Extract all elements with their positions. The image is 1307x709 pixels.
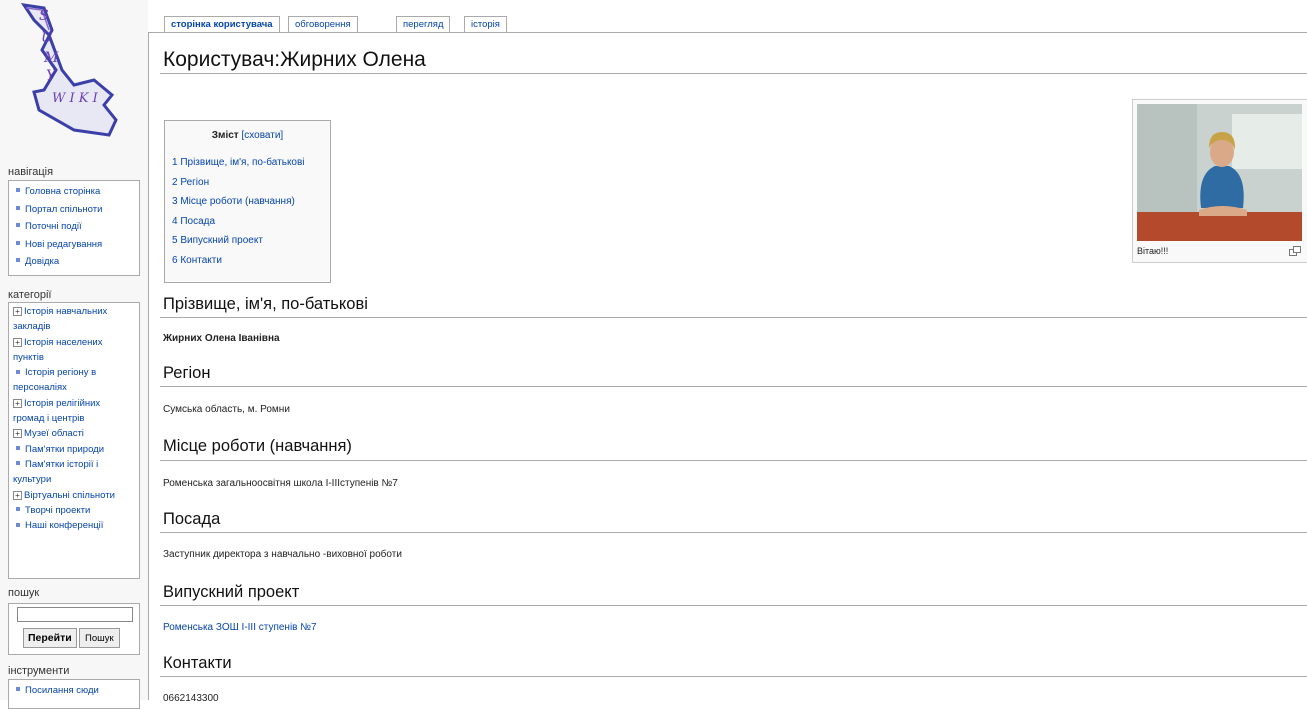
- expand-icon[interactable]: +: [13, 490, 22, 500]
- search-button[interactable]: Пошук: [79, 628, 120, 648]
- toc-item[interactable]: 2 Регіон: [172, 173, 305, 193]
- title-divider: [160, 73, 1307, 74]
- section-heading-position: Посада: [163, 510, 221, 528]
- section-text-contacts: 0662143300: [163, 693, 219, 704]
- category-item-monuments[interactable]: Пам'ятки історії і культури: [13, 457, 123, 488]
- sidebar: S U M Y W I K I навігація Головна сторін…: [0, 0, 148, 709]
- table-of-contents: Зміст [сховати] 1 Прізвище, ім'я, по-бат…: [164, 120, 331, 283]
- tool-item-whatlinkshere[interactable]: Посилання сюди: [13, 682, 139, 700]
- bullet-icon: [16, 461, 20, 466]
- category-item-personalities[interactable]: Історія регіону в персоналіях: [13, 365, 123, 396]
- magnify-icon[interactable]: [1289, 246, 1301, 256]
- category-item-settlements[interactable]: + Історія населених пунктів: [13, 335, 123, 366]
- search-input[interactable]: [17, 607, 133, 622]
- section-text-region: Сумська область, м. Ромни: [163, 404, 290, 415]
- logo-letter-u: U: [41, 30, 54, 46]
- thumb-caption: Вітаю!!!: [1137, 246, 1169, 256]
- categories-heading: категорії: [8, 289, 52, 301]
- category-item-museums[interactable]: + Музеї області: [13, 426, 139, 441]
- bullet-icon: [16, 188, 20, 193]
- toc-list: 1 Прізвище, ім'я, по-батькові 2 Регіон 3…: [172, 153, 305, 270]
- page-title: Користувач:Жирних Олена: [163, 48, 426, 71]
- logo-wiki: W I K I: [52, 91, 99, 106]
- logo-letter-s: S: [39, 8, 49, 24]
- category-item-schools[interactable]: + Історія навчальних закладів: [13, 304, 123, 335]
- toc-item[interactable]: 1 Прізвище, ім'я, по-батькові: [172, 153, 305, 173]
- section-text-name: Жирних Олена Іванівна: [163, 333, 280, 344]
- tab-user-page[interactable]: сторінка користувача: [164, 16, 280, 32]
- logo-letter-m: M: [43, 50, 59, 66]
- categories-portlet: + Історія навчальних закладів + Історія на…: [8, 302, 140, 579]
- section-divider: [160, 532, 1307, 533]
- expand-icon[interactable]: +: [13, 306, 22, 316]
- profile-photo[interactable]: [1137, 104, 1302, 241]
- section-divider: [160, 676, 1307, 677]
- bullet-icon: [16, 507, 20, 512]
- section-divider: [160, 605, 1307, 606]
- category-item-nature[interactable]: Пам'ятки природи: [13, 442, 139, 457]
- expand-icon[interactable]: +: [13, 398, 22, 408]
- nav-item-help[interactable]: Довідка: [13, 253, 139, 271]
- thumbnail-frame: Вітаю!!!: [1132, 99, 1307, 263]
- section-link-project[interactable]: Роменська ЗОШ І-ІІІ ступенів №7: [163, 622, 317, 633]
- go-button[interactable]: Перейти: [23, 628, 77, 648]
- section-heading-workplace: Місце роботи (навчання): [163, 437, 352, 455]
- section-divider: [160, 317, 1307, 318]
- tab-view[interactable]: перегляд: [396, 16, 451, 32]
- bullet-icon: [16, 369, 20, 374]
- search-heading: пошук: [8, 587, 40, 599]
- expand-icon[interactable]: +: [13, 337, 22, 347]
- bullet-icon: [16, 522, 20, 527]
- toc-item[interactable]: 3 Місце роботи (навчання): [172, 192, 305, 212]
- bullet-icon: [16, 240, 20, 245]
- section-heading-project: Випускний проект: [163, 583, 300, 601]
- toc-title: Зміст [сховати]: [165, 130, 330, 141]
- category-item-projects[interactable]: Творчі проекти: [13, 503, 139, 518]
- nav-item-current-events[interactable]: Поточні події: [13, 218, 139, 236]
- expand-icon[interactable]: +: [13, 429, 22, 439]
- bullet-icon: [16, 258, 20, 263]
- toc-toggle-link[interactable]: [сховати]: [241, 130, 283, 141]
- section-heading-contacts: Контакти: [163, 654, 232, 672]
- tab-history[interactable]: історія: [464, 16, 507, 32]
- section-divider: [160, 386, 1307, 387]
- category-item-virtual[interactable]: + Віртуальні спільноти: [13, 488, 139, 503]
- bullet-icon: [16, 687, 20, 692]
- section-heading-region: Регіон: [163, 364, 211, 382]
- navigation-heading: навігація: [8, 166, 54, 178]
- nav-item-main-page[interactable]: Головна сторінка: [13, 183, 139, 201]
- category-item-conferences[interactable]: Наші конференції: [13, 518, 139, 533]
- bullet-icon: [16, 223, 20, 228]
- navigation-portlet: Головна сторінка Портал спільноти Поточн…: [8, 180, 140, 276]
- tools-heading: інструменти: [8, 665, 70, 677]
- tab-discussion[interactable]: обговорення: [288, 16, 358, 32]
- bullet-icon: [16, 205, 20, 210]
- section-heading-name: Прізвище, ім'я, по-батькові: [163, 295, 368, 313]
- category-item-religious[interactable]: + Історія релігійних громад і центрів: [13, 396, 123, 427]
- content-area: Користувач:Жирних Олена Зміст [сховати] …: [148, 33, 1307, 704]
- bullet-icon: [16, 446, 20, 451]
- section-text-position: Заступник директора з навчально -виховно…: [163, 549, 402, 560]
- tools-portlet: Посилання сюди: [8, 679, 140, 709]
- section-text-workplace: Роменська загальноосвітня школа І-ІІІсту…: [163, 478, 398, 489]
- nav-item-recent-changes[interactable]: Нові редагування: [13, 236, 139, 254]
- search-portlet: Перейти Пошук: [8, 603, 140, 655]
- toc-item[interactable]: 4 Посада: [172, 212, 305, 232]
- toc-title-text: Зміст: [211, 130, 239, 141]
- toc-item[interactable]: 5 Випускний проект: [172, 231, 305, 251]
- toc-item[interactable]: 6 Контакти: [172, 251, 305, 271]
- site-logo[interactable]: S U M Y W I K I: [4, 0, 124, 150]
- nav-item-community-portal[interactable]: Портал спільноти: [13, 201, 139, 219]
- section-divider: [160, 460, 1307, 461]
